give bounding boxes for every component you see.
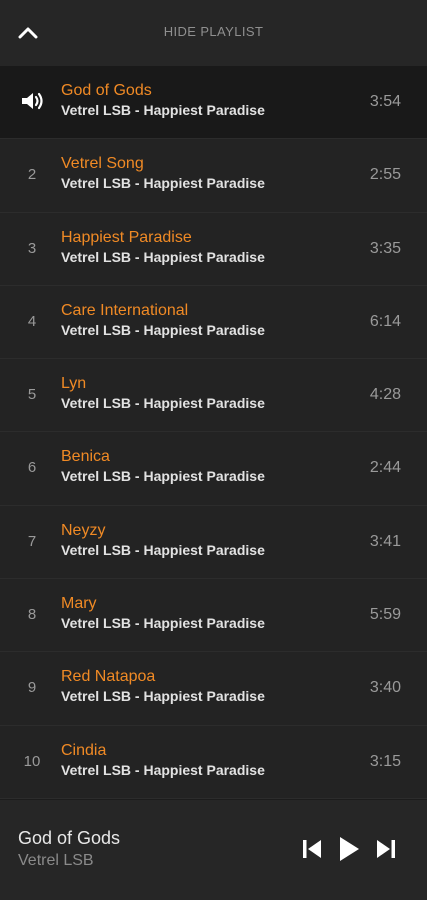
speaker-icon [22, 92, 43, 110]
play-button[interactable] [334, 834, 364, 864]
track-number: 8 [27, 606, 37, 624]
track-artist: Vetrel LSB - Happiest Paradise [61, 321, 265, 338]
track-duration: 3:41 [369, 532, 401, 550]
playlist-track-row[interactable]: God of Gods Vetrel LSB - Happiest Paradis… [0, 66, 427, 140]
track-duration: 6:14 [369, 312, 401, 330]
track-number: 10 [23, 752, 41, 770]
track-artist: Vetrel LSB - Happiest Paradise [61, 248, 265, 265]
track-title: Benica [61, 448, 110, 466]
track-title: Lyn [61, 375, 87, 393]
track-duration: 4:28 [369, 386, 401, 404]
track-title: God of Gods [61, 82, 152, 99]
track-number: 6 [27, 459, 37, 477]
track-number: 9 [27, 679, 37, 697]
playlist-track-row[interactable]: 3 Happiest Paradise Vetrel LSB - Happiest … [0, 213, 427, 286]
track-artist: Vetrel LSB - Happiest Paradise [61, 761, 265, 778]
track-title: Vetrel Song [61, 155, 144, 173]
track-duration: 2:55 [369, 166, 401, 184]
playlist-header: HIDE PLAYLIST [0, 0, 427, 66]
playlist-track-row[interactable]: 2 Vetrel Song Vetrel LSB - Happiest Paradi… [0, 139, 427, 213]
skip-next-icon [377, 840, 395, 858]
track-artist: Vetrel LSB - Happiest Paradise [61, 541, 265, 558]
track-title: Care International [61, 301, 189, 319]
hide-playlist-button[interactable]: HIDE PLAYLIST [0, 24, 427, 39]
playlist-track-row[interactable]: 9 Red Natapoa Vetrel LSB - Happiest Paradi… [0, 652, 427, 726]
playlist-track-row[interactable]: 6 Benica Vetrel LSB - Happiest Paradise 2:4… [0, 432, 427, 506]
track-artist: Vetrel LSB - Happiest Paradise [61, 395, 265, 412]
now-playing-artist: Vetrel LSB [18, 852, 94, 869]
track-title: Neyzy [61, 521, 106, 539]
music-player-app: HIDE PLAYLIST God of Gods Vetrel LSB - Ha… [0, 0, 427, 900]
playlist-track-row[interactable]: 7 Neyzy Vetrel LSB - Happiest Paradise 3:41 [0, 506, 427, 580]
playlist-track-row[interactable]: 10 Cindia Vetrel LSB - Happiest Paradise 3:… [0, 726, 427, 799]
track-title: Cindia [61, 741, 107, 759]
playlist: God of Gods Vetrel LSB - Happiest Paradis… [0, 66, 427, 799]
track-title: Red Natapoa [61, 668, 156, 686]
track-artist: Vetrel LSB - Happiest Paradise [61, 175, 265, 192]
skip-previous-icon [303, 840, 321, 858]
track-title: Mary [61, 595, 97, 613]
now-playing-title: God of Gods [18, 828, 121, 848]
track-artist: Vetrel LSB - Happiest Paradise [61, 688, 265, 705]
track-duration: 3:15 [369, 752, 401, 770]
play-icon [340, 837, 359, 861]
track-number: 2 [27, 166, 37, 184]
playlist-track-row[interactable]: 5 Lyn Vetrel LSB - Happiest Paradise 4:28 [0, 359, 427, 433]
track-duration: 2:44 [369, 459, 401, 477]
track-artist: Vetrel LSB - Happiest Paradise [61, 615, 265, 632]
track-artist: Vetrel LSB - Happiest Paradise [61, 102, 265, 118]
track-artist: Vetrel LSB - Happiest Paradise [61, 468, 265, 485]
previous-button[interactable] [298, 834, 326, 864]
playlist-track-row[interactable]: 4 Care International Vetrel LSB - Happiest… [0, 286, 427, 360]
track-duration: 3:40 [369, 679, 401, 697]
track-duration: 3:35 [369, 239, 401, 257]
track-number: 5 [27, 386, 37, 404]
track-number: 7 [27, 532, 37, 550]
track-number: 4 [27, 312, 37, 330]
next-button[interactable] [372, 834, 400, 864]
track-number: 3 [27, 239, 37, 257]
track-duration: 5:59 [369, 606, 401, 624]
now-playing-bar: God of Gods Vetrel LSB [0, 799, 427, 900]
track-duration: 3:54 [369, 93, 401, 110]
playlist-track-row[interactable]: 8 Mary Vetrel LSB - Happiest Paradise 5:59 [0, 579, 427, 653]
track-title: Happiest Paradise [61, 228, 192, 246]
